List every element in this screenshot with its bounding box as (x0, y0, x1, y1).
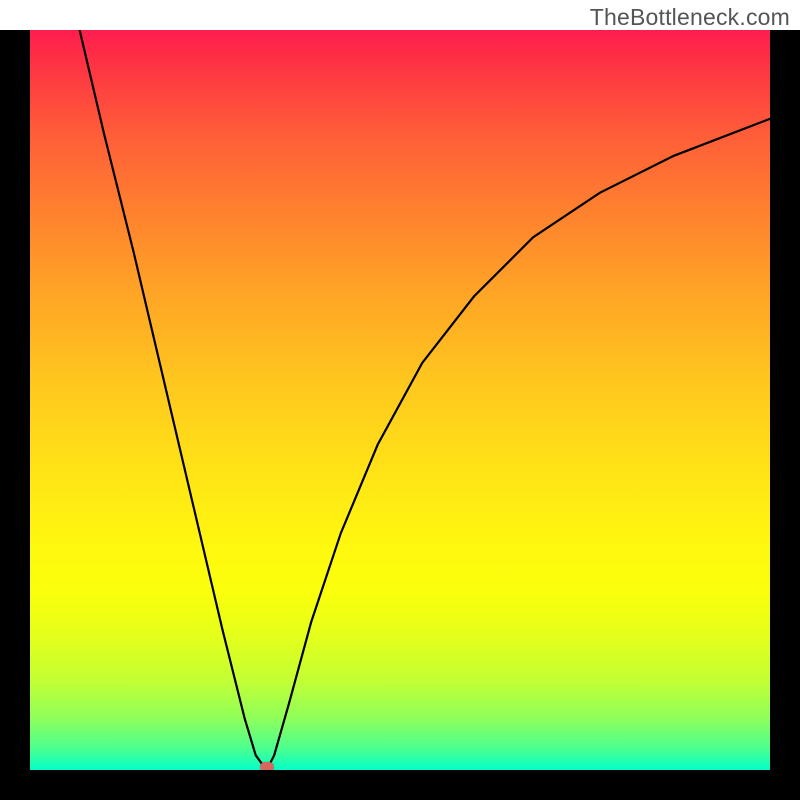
curve-line (30, 30, 770, 770)
bottleneck-curve (30, 30, 770, 770)
watermark-text: TheBottleneck.com (590, 4, 790, 31)
chart-outer-border (0, 30, 800, 800)
optimum-marker (260, 762, 274, 770)
plot-area (30, 30, 770, 770)
chart-frame: TheBottleneck.com (0, 0, 800, 800)
